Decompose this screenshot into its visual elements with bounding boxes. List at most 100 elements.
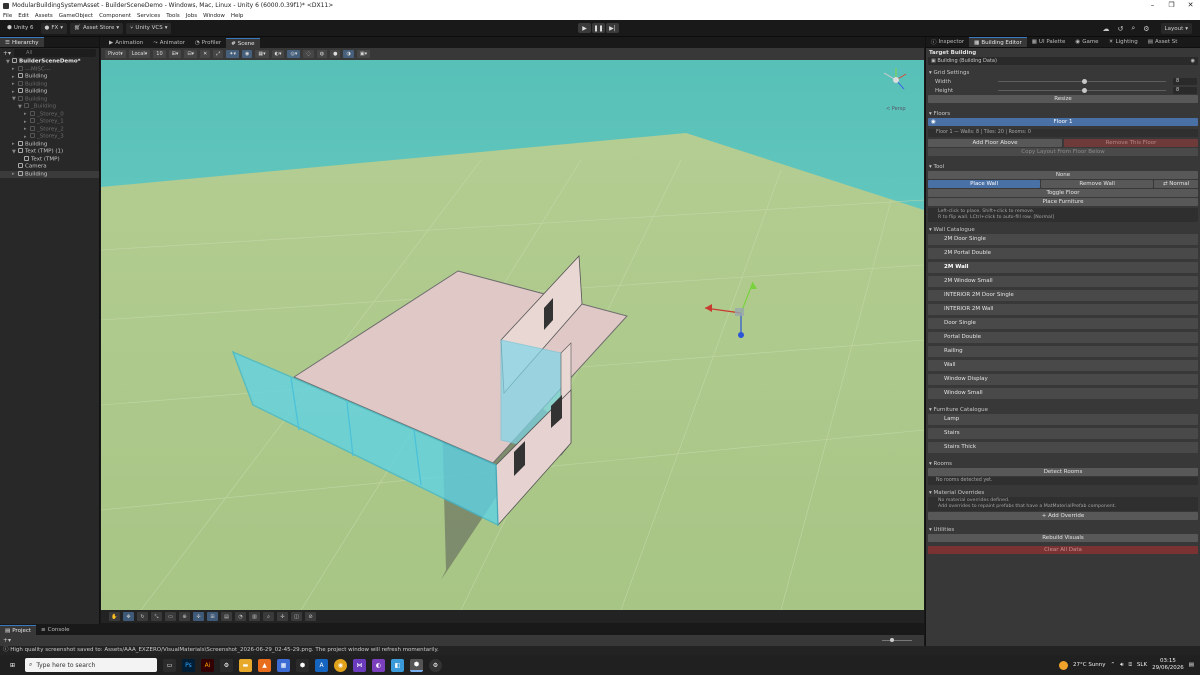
- play-button[interactable]: ▶: [578, 23, 591, 33]
- floors-header[interactable]: ▾ Floors: [926, 110, 1200, 118]
- app-icon[interactable]: ⚙: [429, 658, 442, 672]
- copy-layout-button[interactable]: Copy Layout From Floor Below: [928, 148, 1198, 156]
- hierarchy-item[interactable]: Camera: [0, 163, 99, 171]
- wall-catalogue-item[interactable]: 2M Wall: [928, 262, 1198, 273]
- menu-item[interactable]: Help: [231, 13, 244, 19]
- hierarchy-item[interactable]: ▼ BuilderSceneDemo*: [0, 58, 99, 66]
- hierarchy-item[interactable]: ▼ Text (TMP) (1): [0, 148, 99, 156]
- camera-icon[interactable]: ◐▾: [271, 50, 285, 58]
- furniture-catalogue-header[interactable]: ▾ Furniture Catalogue: [926, 406, 1200, 414]
- tab-ui-palette[interactable]: ▦ UI Palette: [1027, 37, 1071, 47]
- search-icon[interactable]: ⌕: [1131, 24, 1135, 33]
- hierarchy-item[interactable]: ▸ _Storey_0: [0, 110, 99, 119]
- visual-studio-icon[interactable]: ⋈: [353, 658, 366, 672]
- rect-tool-icon[interactable]: ▭: [165, 612, 176, 621]
- zoom-icon[interactable]: ⌕: [263, 612, 274, 621]
- close-icon[interactable]: ✕: [1181, 0, 1200, 11]
- hand-tool-icon[interactable]: ✋: [109, 612, 120, 621]
- calculator-icon[interactable]: ▦: [277, 658, 290, 672]
- illustrator-icon[interactable]: Ai: [201, 658, 214, 672]
- scene-viewport[interactable]: < Persp: [101, 60, 924, 610]
- tab-project[interactable]: ▤ Project: [0, 625, 37, 635]
- menu-item[interactable]: Jobs: [186, 13, 197, 19]
- move-tool-icon[interactable]: ✥: [123, 612, 134, 621]
- layers-icon[interactable]: ▣▾: [356, 50, 371, 58]
- file-explorer-icon[interactable]: ▬: [239, 658, 252, 672]
- place-furniture-button[interactable]: Place Furniture: [928, 198, 1198, 206]
- grid-settings-header[interactable]: ▾ Grid Settings: [926, 69, 1200, 77]
- vcs-button[interactable]: ⑂ Unity VCS ▾: [126, 22, 172, 34]
- hierarchy-item[interactable]: ▸ Building: [0, 140, 99, 149]
- settings-icon[interactable]: ⚙: [220, 658, 233, 672]
- hierarchy-item[interactable]: ▸ Building: [0, 73, 99, 81]
- step-button[interactable]: ▶|: [606, 23, 619, 33]
- shading-icon[interactable]: ✕: [200, 50, 211, 58]
- visibility-icon[interactable]: ◉: [241, 50, 253, 58]
- frame-icon[interactable]: ◫: [291, 612, 302, 621]
- twod-icon[interactable]: ⤢: [213, 50, 224, 58]
- snap-field[interactable]: 10: [153, 50, 166, 58]
- menu-item[interactable]: Edit: [18, 13, 29, 19]
- asset-store-button[interactable]: 🛒︎ Asset Store ▾: [70, 22, 124, 34]
- overlay-icon[interactable]: ◌: [303, 50, 314, 58]
- chrome-icon[interactable]: ◉: [334, 658, 347, 672]
- grid-width-knob[interactable]: [1082, 78, 1087, 84]
- render-mode-icon[interactable]: ◍: [316, 50, 328, 58]
- lighting-toggle-icon[interactable]: ✦▾: [226, 50, 239, 58]
- menu-item[interactable]: Tools: [166, 13, 180, 19]
- persp-label[interactable]: < Persp: [886, 106, 906, 112]
- menu-item[interactable]: Services: [137, 13, 160, 19]
- view-tool-icon[interactable]: ▤: [221, 612, 232, 621]
- store-icon[interactable]: A: [315, 658, 328, 672]
- tab-building-editor[interactable]: ▦ Building Editor: [969, 37, 1027, 47]
- transform-tool-icon[interactable]: ⊕: [179, 612, 190, 621]
- wall-normal-toggle[interactable]: ⇄ Normal: [1154, 180, 1199, 188]
- taskbar-search-input[interactable]: ⌕ Type here to search: [25, 658, 157, 672]
- clear-all-data-button[interactable]: Clear All Data: [928, 546, 1198, 554]
- hierarchy-item[interactable]: Text (TMP): [0, 155, 99, 164]
- tab-hierarchy[interactable]: ☰ Hierarchy: [0, 37, 44, 47]
- cloud-icon[interactable]: ☁: [1102, 25, 1109, 33]
- compass-icon[interactable]: ⊘: [305, 612, 316, 621]
- menu-item[interactable]: Component: [99, 13, 131, 19]
- resize-button[interactable]: Resize: [928, 95, 1198, 103]
- settings-icon[interactable]: ⚙: [1143, 25, 1149, 33]
- hierarchy-item[interactable]: ▸ ---MISC---: [0, 65, 99, 74]
- tab-inspector[interactable]: ⓘ Inspector: [926, 37, 969, 47]
- hierarchy-item[interactable]: ▸ _Storey_2: [0, 125, 99, 134]
- material-overrides-header[interactable]: ▾ Material Overrides: [926, 489, 1200, 497]
- grid-height-knob[interactable]: [1082, 87, 1087, 93]
- unity-version-button[interactable]: ⬢ Unity 6: [3, 22, 38, 34]
- grid-height-input[interactable]: 8: [1173, 87, 1197, 94]
- wall-catalogue-item[interactable]: Window Display: [928, 374, 1198, 385]
- wall-catalogue-item[interactable]: Railing: [928, 346, 1198, 357]
- furniture-catalogue-item[interactable]: Stairs Thick: [928, 442, 1198, 453]
- object-picker-icon[interactable]: ◉: [1191, 57, 1195, 65]
- zoom-slider-knob[interactable]: [890, 638, 894, 642]
- hierarchy-item[interactable]: ▼ _Building: [0, 103, 99, 111]
- orbit-tool-icon[interactable]: ◔: [235, 612, 246, 621]
- wall-catalogue-header[interactable]: ▾ Wall Catalogue: [926, 226, 1200, 234]
- grid-toggle-icon[interactable]: ⊞▾: [168, 50, 182, 58]
- hierarchy-search-input[interactable]: All: [14, 49, 96, 57]
- menu-item[interactable]: Window: [203, 13, 225, 19]
- tab-scene[interactable]: # Scene: [226, 38, 260, 48]
- speaker-icon[interactable]: 🔊︎: [1120, 662, 1123, 669]
- grid-snap-icon[interactable]: ⊞: [207, 612, 218, 621]
- effects-icon[interactable]: ◎▾: [287, 50, 301, 58]
- fx-icon[interactable]: ◑: [343, 50, 354, 58]
- clock[interactable]: 03:15 29/06/2026: [1152, 658, 1184, 672]
- detect-rooms-button[interactable]: Detect Rooms: [928, 468, 1198, 476]
- tab-animator[interactable]: ⤳ Animator: [148, 38, 190, 48]
- remove-floor-button[interactable]: Remove This Floor: [1064, 139, 1198, 147]
- language-indicator[interactable]: SLK: [1137, 662, 1147, 668]
- tab-asset-st[interactable]: ▤ Asset St: [1143, 37, 1183, 47]
- maximize-icon[interactable]: ❐: [1162, 0, 1181, 11]
- floor-1-button[interactable]: ◉ Floor 1: [928, 118, 1198, 126]
- menu-item[interactable]: GameObject: [59, 13, 93, 19]
- gizmos-icon[interactable]: ▦▾: [255, 50, 269, 58]
- hierarchy-item[interactable]: ▸ Building: [0, 80, 99, 89]
- photoshop-icon[interactable]: Ps: [182, 658, 195, 672]
- tab-game[interactable]: ◉ Game: [1070, 37, 1103, 47]
- layout-dropdown[interactable]: Layout ▾: [1160, 23, 1192, 34]
